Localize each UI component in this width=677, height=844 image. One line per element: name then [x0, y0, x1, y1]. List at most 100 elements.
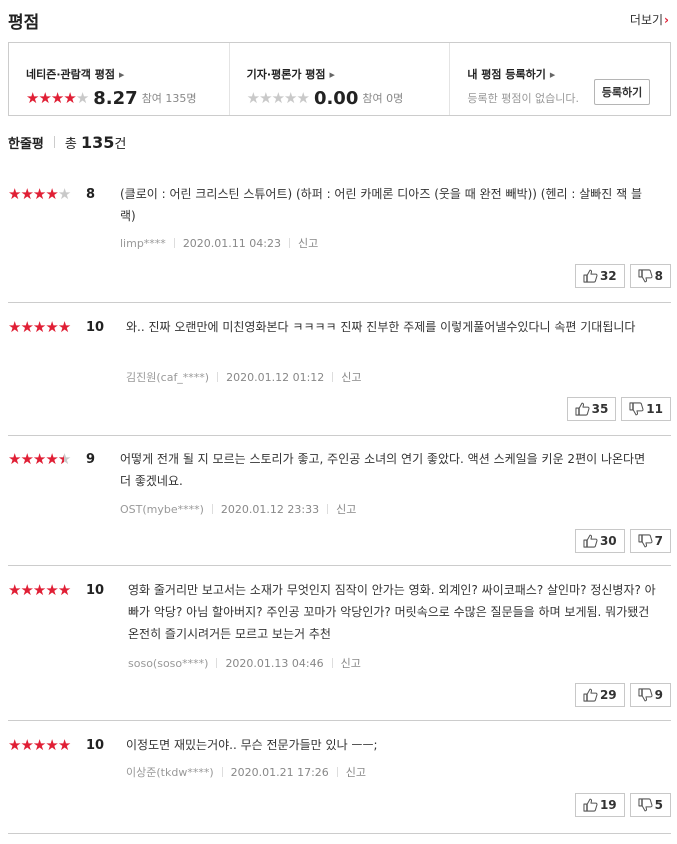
- star-icon: ★: [8, 450, 21, 468]
- star-icon: ★: [32, 736, 46, 754]
- vote-buttons: 30 7: [574, 529, 671, 553]
- divider: [327, 504, 329, 514]
- dislike-count: 9: [654, 688, 663, 702]
- like-button[interactable]: 30: [574, 529, 625, 553]
- rating-summary: 네티즌·관람객 평점 ▶ ★★★★★ 8.27 참여 135명 기자·평론가 평점…: [8, 42, 671, 116]
- netizen-rating-panel: 네티즌·관람객 평점 ▶ ★★★★★ 8.27 참여 135명: [9, 43, 229, 115]
- star-icon: ★: [45, 581, 58, 599]
- star-rating: ★★★★★: [8, 736, 71, 754]
- total-suffix: 건: [114, 136, 127, 152]
- thumbs-up-icon: [583, 534, 598, 548]
- star-icon: ★: [8, 581, 21, 599]
- review-text: 와.. 진짜 오랜만에 미친영화본다 ㅋㅋㅋㅋ 진짜 진부한 주제를 이렇게풀어…: [126, 320, 636, 334]
- more-link[interactable]: 더보기›: [630, 11, 669, 28]
- my-rating-empty-text: 등록한 평점이 없습니다.: [467, 92, 580, 105]
- like-count: 19: [599, 798, 617, 812]
- critic-rating-link[interactable]: 기자·평론가 평점 ▶: [247, 66, 335, 82]
- netizen-participant-count: 참여 135명: [141, 92, 197, 105]
- like-button[interactable]: 32: [574, 264, 625, 288]
- total-count: 135: [81, 132, 115, 152]
- report-link[interactable]: 신고: [336, 501, 356, 517]
- report-link[interactable]: 신고: [341, 369, 361, 385]
- list-item: ★★★★★ 10 영화 줄거리만 보고서는 소재가 무엇인지 짐작이 안가는 영…: [8, 576, 671, 721]
- more-label: 더보기: [629, 13, 664, 27]
- list-item: ★★★★★ 10 이정도면 재밌는거야.. 무슨 전문가들만 있나 ㅡㅡ; 이상…: [8, 731, 671, 834]
- dislike-count: 7: [654, 534, 663, 548]
- netizen-rating-link[interactable]: 네티즌·관람객 평점 ▶: [26, 66, 124, 82]
- like-button[interactable]: 29: [574, 683, 625, 707]
- star-icon: ★: [38, 88, 51, 107]
- like-button[interactable]: 35: [566, 397, 617, 421]
- review-date: 2020.01.13 04:46: [225, 656, 324, 670]
- divider: [216, 658, 218, 668]
- thumbs-down-icon: [638, 534, 653, 548]
- star-icon: ★: [259, 88, 272, 107]
- report-link[interactable]: 신고: [341, 655, 361, 671]
- star-rating: ★★★★★: [26, 88, 89, 107]
- review-date: 2020.01.12 23:33: [220, 502, 320, 516]
- like-count: 30: [599, 534, 617, 548]
- reviews-title: 한줄평: [8, 136, 44, 152]
- dislike-button[interactable]: 8: [629, 264, 671, 288]
- star-icon: ★: [296, 88, 309, 107]
- review-author: limp****: [120, 236, 166, 250]
- dislike-count: 5: [654, 798, 663, 812]
- star-icon: ★: [57, 318, 71, 336]
- triangle-right-icon: ▶: [549, 71, 556, 79]
- dislike-button[interactable]: 7: [629, 529, 671, 553]
- thumbs-up-icon: [575, 402, 590, 416]
- review-date: 2020.01.12 01:12: [226, 370, 325, 384]
- like-count: 35: [591, 402, 609, 416]
- section-title: 평점: [8, 13, 40, 33]
- reviews-header: 한줄평 총 135건: [8, 132, 126, 152]
- review-meta: soso(soso****) 2020.01.13 04:46 신고: [128, 655, 361, 671]
- star-icon: ★: [20, 736, 33, 754]
- divider: [221, 767, 223, 777]
- review-score: 8: [86, 187, 96, 202]
- review-author: soso(soso****): [128, 656, 209, 670]
- star-icon: ★: [57, 185, 71, 203]
- dislike-button[interactable]: 5: [629, 793, 671, 817]
- register-rating-button[interactable]: 등록하기: [594, 79, 651, 105]
- review-date: 2020.01.21 17:26: [230, 765, 329, 779]
- rating-section-header: 평점 더보기›: [8, 8, 669, 33]
- review-score: 10: [86, 320, 105, 335]
- divider: [173, 238, 175, 248]
- star-icon: ★: [26, 88, 39, 107]
- like-button[interactable]: 19: [574, 793, 625, 817]
- my-rating-link[interactable]: 내 평점 등록하기 ▶: [467, 66, 555, 82]
- vote-buttons: 29 9: [574, 683, 671, 707]
- report-link[interactable]: 신고: [346, 764, 366, 780]
- star-icon: ★: [8, 736, 21, 754]
- review-score: 9: [86, 452, 96, 467]
- divider: [331, 658, 333, 668]
- star-icon: ★: [45, 318, 58, 336]
- review-author: 김진원(caf_****): [126, 371, 210, 384]
- report-link[interactable]: 신고: [298, 235, 318, 251]
- review-score: 10: [86, 583, 105, 598]
- star-icon: ★: [57, 581, 71, 599]
- total-prefix: 총: [64, 136, 77, 152]
- review-meta: limp**** 2020.01.11 04:23 신고: [120, 235, 318, 251]
- star-icon: ★: [50, 88, 64, 107]
- vote-buttons: 19 5: [574, 793, 671, 817]
- dislike-button[interactable]: 9: [629, 683, 671, 707]
- review-text: (클로이 : 어린 크리스틴 스튜어트) (하퍼 : 어린 카메론 디아즈 (웃…: [120, 187, 643, 223]
- divider: [211, 504, 213, 514]
- review-date: 2020.01.11 04:23: [182, 236, 281, 250]
- star-icon: ★: [32, 450, 46, 468]
- star-icon: ★: [63, 88, 76, 107]
- thumbs-up-icon: [583, 688, 598, 702]
- star-rating: ★★★★★★: [8, 450, 71, 468]
- review-score: 10: [86, 738, 105, 753]
- star-icon: ★: [45, 185, 58, 203]
- thumbs-up-icon: [583, 798, 598, 812]
- like-count: 29: [599, 688, 617, 702]
- review-meta: 이상준(tkdw****) 2020.01.21 17:26 신고: [126, 764, 366, 780]
- star-rating: ★★★★★: [8, 185, 71, 203]
- star-icon: ★: [284, 88, 297, 107]
- dislike-button[interactable]: 11: [621, 397, 671, 421]
- star-icon: ★: [271, 88, 285, 107]
- star-icon: ★: [32, 581, 46, 599]
- star-icon: ★★: [57, 450, 71, 468]
